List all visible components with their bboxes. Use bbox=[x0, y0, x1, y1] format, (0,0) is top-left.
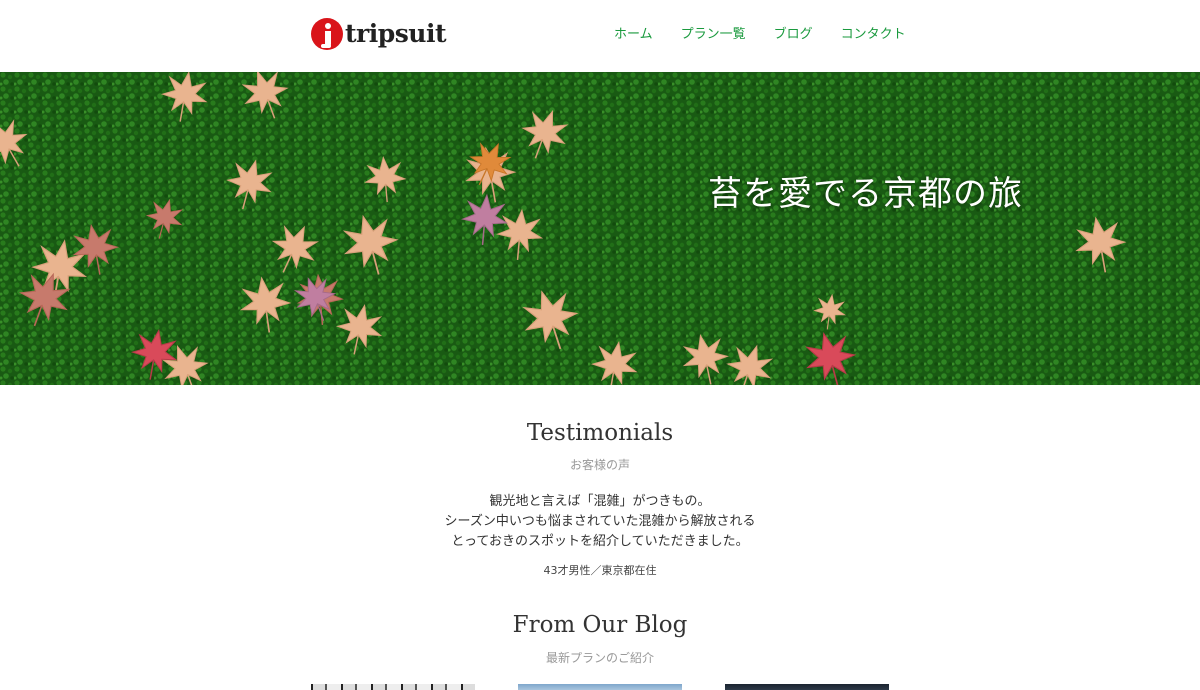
hero-banner: 苔を愛でる京都の旅 bbox=[0, 72, 1200, 385]
blog-title: From Our Blog bbox=[512, 612, 688, 638]
main-nav: ホーム プラン一覧 ブログ コンタクト bbox=[600, 22, 908, 48]
site-header: tripsuit ホーム プラン一覧 ブログ コンタクト bbox=[0, 0, 1200, 72]
blog-thumbnail[interactable] bbox=[311, 684, 475, 690]
logo-text: tripsuit bbox=[345, 18, 447, 48]
quote-line: とっておきのスポットを紹介していただきました。 bbox=[451, 534, 749, 549]
blog-thumbnail[interactable] bbox=[518, 684, 682, 690]
testimonial-quote: 観光地と言えば「混雑」がつきもの。 シーズン中いつも悩まされていた混雑から解放さ… bbox=[0, 492, 1200, 552]
nav-contact[interactable]: コンタクト bbox=[839, 22, 908, 48]
nav-plans[interactable]: プラン一覧 bbox=[679, 22, 748, 48]
hero-title: 苔を愛でる京都の旅 bbox=[708, 174, 1023, 214]
quote-line: シーズン中いつも悩まされていた混雑から解放される bbox=[444, 514, 756, 529]
testimonials-title: Testimonials bbox=[526, 420, 674, 446]
nav-blog[interactable]: ブログ bbox=[772, 22, 815, 48]
blog-thumbnails bbox=[311, 684, 889, 690]
hero-moss-leaves-image bbox=[0, 72, 1200, 385]
logo-mark-icon bbox=[311, 18, 343, 50]
quote-line: 観光地と言えば「混雑」がつきもの。 bbox=[489, 494, 711, 509]
logo-link[interactable]: tripsuit bbox=[311, 17, 447, 51]
testimonial-author: 43才男性／東京都在住 bbox=[543, 564, 657, 577]
blog-thumbnail[interactable] bbox=[725, 684, 889, 690]
testimonials-subtitle: お客様の声 bbox=[569, 458, 630, 472]
blog-subtitle: 最新プランのご紹介 bbox=[545, 651, 654, 665]
nav-home[interactable]: ホーム bbox=[612, 22, 655, 48]
